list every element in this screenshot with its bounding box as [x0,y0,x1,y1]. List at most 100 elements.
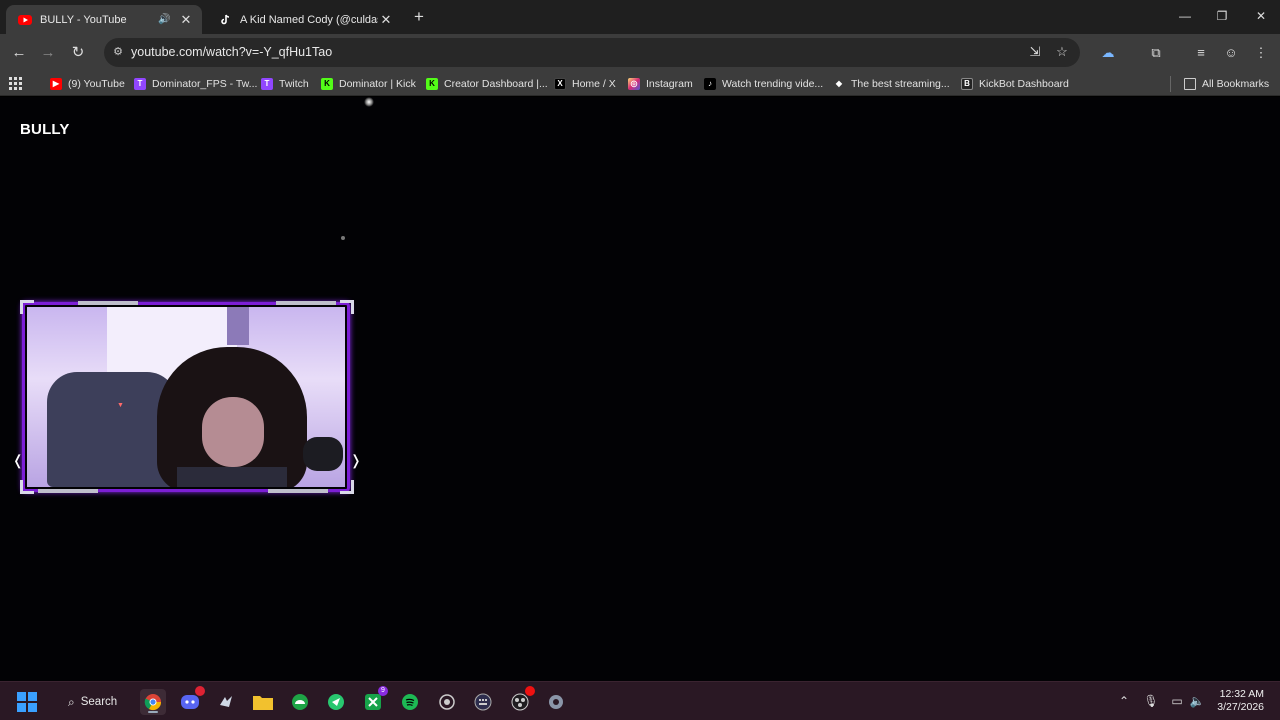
bookmark-dominator-kick[interactable]: K Dominator | Kick [321,75,416,92]
bookmark-label: Creator Dashboard |... [444,77,548,90]
all-bookmarks-button[interactable]: All Bookmarks [1184,75,1269,92]
new-tab-button[interactable]: + [410,8,428,26]
loading-indicator [341,236,345,240]
discord-icon[interactable] [177,686,205,715]
all-bookmarks-label: All Bookmarks [1202,77,1270,90]
streaming-icon: ◆ [833,77,845,90]
show-hidden-icons[interactable]: ⌃ [1115,692,1133,710]
back-button[interactable]: ← [8,42,30,64]
bookmark-star-icon[interactable]: ☆ [1053,43,1071,61]
file-explorer-icon[interactable] [250,689,276,715]
media-icon[interactable] [434,689,460,715]
close-tab-icon[interactable]: ✕ [378,12,394,28]
instagram-icon: ◎ [628,77,640,90]
recording-badge [525,686,535,696]
taskbar-search[interactable]: ⌕ Search [58,690,127,714]
menu-icon[interactable]: ⋮ [1251,43,1271,63]
obs-studio-icon[interactable] [507,686,535,715]
video-title: BULLY [20,121,70,138]
bookmark-home-x[interactable]: X Home / X [554,75,616,92]
twitch-icon: T [261,77,273,90]
browser-toolbar: ← → ↻ ⚙ youtube.com/watch?v=-Y_qfHu1Tao … [0,34,1280,71]
kick-icon: K [426,77,438,90]
bookmark-twitch[interactable]: T Twitch [261,75,309,92]
frame-grip [78,301,138,305]
x-icon: X [554,77,566,90]
network-icon[interactable]: ▭ [1168,692,1186,710]
bookmark-youtube[interactable]: ▶ (9) YouTube [50,75,125,92]
url-text[interactable]: youtube.com/watch?v=-Y_qfHu1Tao [131,45,332,59]
forward-button[interactable]: → [37,42,59,64]
frame-grip [268,489,328,493]
notification-badge [195,686,205,696]
app-green-icon[interactable] [323,689,349,715]
bookmark-best-streaming[interactable]: ◆ The best streaming... [833,75,950,92]
tab-search-icon[interactable]: ⧉ [1146,43,1166,63]
search-icon: ⌕ [68,694,75,709]
frame-nub-left: ❬ [12,452,24,468]
frame-grip [276,301,336,305]
video-player[interactable]: BULLY ▼ ❬ ❭ [0,97,1280,681]
settings-icon[interactable] [543,689,569,715]
speaker-icon[interactable]: 🔊 [158,14,172,25]
frame-corner [20,300,34,314]
kick-icon: K [321,77,333,90]
apps-icon[interactable] [9,75,22,92]
tab-youtube[interactable]: BULLY - YouTube 🔊 ✕ [6,5,202,34]
obs-icon[interactable] [287,689,313,715]
active-indicator [148,711,158,713]
windows-taskbar: ⌕ Search 9 ⌃ 🎙 ▭ 🔈 12:32 AM 3/27/2026 [0,681,1280,720]
install-app-icon[interactable]: ⇲ [1026,43,1044,61]
tiktok-icon [218,13,232,27]
profile-icon[interactable]: ☺ [1221,43,1241,63]
bookmark-tiktok-trending[interactable]: ♪ Watch trending vide... [704,75,823,92]
bookmark-label: Dominator_FPS - Tw... [152,77,258,90]
address-bar[interactable]: ⚙ youtube.com/watch?v=-Y_qfHu1Tao ⇲ ☆ [104,38,1080,67]
close-tab-icon[interactable]: ✕ [178,12,194,28]
microphone-icon[interactable]: 🎙 [1142,692,1160,710]
bookmark-creator-dashboard[interactable]: K Creator Dashboard |... [426,75,548,92]
xbox-icon[interactable]: 9 [360,686,388,715]
bookmark-label: Home / X [572,77,616,90]
webcam-overlay: ▼ ❬ ❭ [12,300,362,494]
volume-icon[interactable]: 🔈 [1188,692,1206,710]
frame-corner [340,480,354,494]
bookmark-dominator-twitch[interactable]: T Dominator_FPS - Tw... [134,75,257,92]
restore-button[interactable]: ❐ [1208,6,1236,26]
close-window-button[interactable]: ✕ [1247,6,1275,26]
tiktok-icon: ♪ [704,77,716,90]
extension-icon[interactable]: ☁ [1098,43,1118,63]
site-info-icon[interactable]: ⚙ [110,44,126,60]
steam-icon[interactable] [213,689,239,715]
bookmark-label: Watch trending vide... [722,77,824,90]
start-button[interactable] [14,689,40,715]
reload-button[interactable]: ↻ [67,42,89,64]
bookmark-label: KickBot Dashboard [979,77,1069,90]
bookmarks-bar: ▶ (9) YouTube T Dominator_FPS - Tw... T … [0,71,1280,96]
chrome-icon[interactable] [140,689,166,715]
windows-icon [17,692,37,712]
system-clock[interactable]: 12:32 AM 3/27/2026 [1217,688,1264,714]
bookmark-label: Instagram [646,77,693,90]
keyboard-icon[interactable] [470,689,496,715]
frame-corner [20,480,34,494]
bookmark-kickbot[interactable]: B KickBot Dashboard [961,75,1069,92]
tab-tiktok[interactable]: A Kid Named Cody (@culdasac ✕ [206,5,402,34]
tab-title: A Kid Named Cody (@culdasac [240,13,378,26]
spotify-icon[interactable] [397,689,423,715]
search-label: Search [80,696,118,708]
screen: BULLY - YouTube 🔊 ✕ A Kid Named Cody (@c… [0,0,1280,720]
clock-date: 3/27/2026 [1217,701,1264,713]
mouse-cursor [364,97,374,107]
bookmarks-divider [1170,76,1171,92]
kickbot-icon: B [961,77,973,90]
bookmark-instagram[interactable]: ◎ Instagram [628,75,693,92]
frame-nub-right: ❭ [350,452,362,468]
bookmark-label: Twitch [279,77,309,90]
reading-list-icon[interactable]: ≡ [1191,43,1211,63]
tab-title: BULLY - YouTube [40,13,127,26]
minimize-button[interactable]: — [1171,6,1199,26]
bookmark-label: Dominator | Kick [339,77,416,90]
webcam-frame [22,302,350,492]
twitch-icon: T [134,77,146,90]
